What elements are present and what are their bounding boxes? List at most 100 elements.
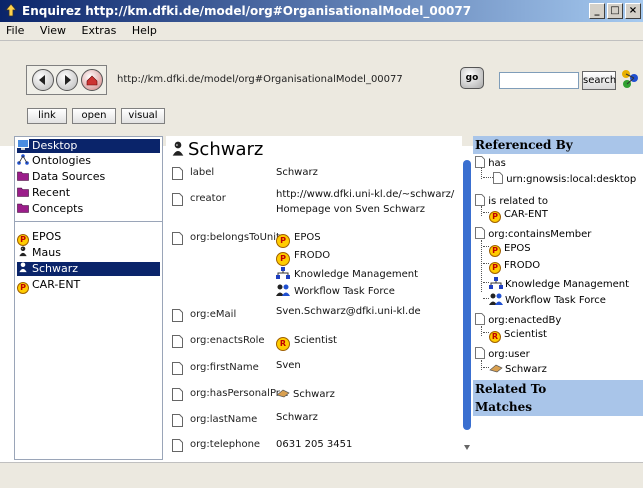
tree-item[interactable]: is related to [475, 194, 548, 207]
sidebar-item-desktop[interactable]: Desktop [17, 139, 160, 153]
tree-item[interactable]: org:containsMember [475, 227, 591, 240]
property-value[interactable]: Schwarz [276, 167, 318, 178]
referenced-by-header[interactable]: Referenced By [473, 136, 643, 154]
document-icon [475, 194, 485, 206]
tree-item[interactable]: has [475, 156, 506, 169]
role-icon: R [276, 337, 290, 351]
document-icon [493, 172, 503, 184]
document-icon [172, 167, 183, 180]
home-button[interactable] [81, 69, 103, 91]
sidebar-item-schwarz[interactable]: Schwarz [17, 262, 160, 276]
sidebar-item-recent[interactable]: Recent [17, 186, 160, 200]
person-icon [19, 262, 27, 273]
project-icon: P [489, 262, 501, 274]
property-value[interactable]: Schwarz [276, 388, 335, 400]
tree-item[interactable]: R Scientist [483, 329, 547, 343]
property-value[interactable]: P FRODO [276, 250, 330, 266]
tree-item[interactable]: org:user [475, 347, 530, 360]
tree-item[interactable]: P FRODO [483, 260, 540, 274]
menu-view[interactable]: View [34, 22, 72, 37]
project-icon: P [276, 252, 290, 266]
property-value[interactable]: P EPOS [276, 232, 321, 248]
desktop-icon [17, 139, 29, 150]
gnowsis-logo-icon [622, 70, 638, 88]
tree-item[interactable]: P EPOS [483, 243, 531, 257]
matches-header[interactable]: Matches [473, 398, 643, 416]
property-value[interactable]: 0631 205 3451 [276, 439, 352, 450]
document-icon [475, 156, 485, 168]
person-icon [172, 141, 184, 156]
sidebar-item-car-ent[interactable]: P CAR-ENT [17, 278, 160, 294]
url-input[interactable]: http://km.dfki.de/model/org#Organisation… [113, 71, 443, 89]
tree-item[interactable]: P CAR-ENT [483, 209, 548, 223]
back-button[interactable] [32, 69, 54, 91]
menu-file[interactable]: File [0, 22, 30, 37]
project-icon: P [489, 245, 501, 257]
home-icon [86, 75, 98, 86]
document-icon [475, 227, 485, 239]
document-icon [172, 309, 183, 322]
open-button[interactable]: open [72, 108, 116, 124]
tree-item[interactable]: Schwarz [483, 363, 547, 375]
tree-item[interactable]: Knowledge Management [483, 277, 629, 290]
profile-icon [276, 389, 290, 398]
back-arrow-icon [39, 75, 45, 85]
title-bar[interactable]: Enquirez http://km.dfki.de/model/org#Org… [0, 0, 643, 22]
app-icon [5, 3, 17, 17]
status-bar [0, 462, 643, 488]
close-button[interactable]: × [625, 3, 641, 19]
document-icon [172, 335, 183, 348]
sidebar-divider [15, 221, 162, 222]
document-icon [172, 388, 183, 401]
sidebar-item-maus[interactable]: Maus [17, 246, 160, 260]
document-icon [475, 313, 485, 325]
search-input[interactable] [499, 72, 579, 89]
scrollbar-thumb[interactable] [463, 160, 471, 430]
project-icon: P [17, 234, 29, 246]
property-value[interactable]: Schwarz [276, 412, 318, 423]
scroll-down-icon[interactable] [463, 442, 471, 452]
project-icon: P [276, 234, 290, 248]
property-value[interactable]: Knowledge Management [276, 267, 418, 280]
profile-icon [489, 364, 503, 373]
person-icon [19, 246, 27, 257]
minimize-button[interactable]: _ [589, 3, 605, 19]
sidebar-item-concepts[interactable]: Concepts [17, 202, 160, 216]
resource-panel: Schwarz label Schwarz creator http://www… [166, 136, 462, 460]
tree-item[interactable]: org:enactedBy [475, 313, 561, 326]
tree-item[interactable]: Workflow Task Force [483, 293, 606, 306]
tree-item[interactable]: urn:gnowsis:local:desktop [483, 172, 636, 185]
property-value: Homepage von Sven Schwarz [276, 204, 426, 215]
search-button[interactable]: search [582, 71, 616, 90]
document-icon [475, 347, 485, 359]
document-icon [172, 193, 183, 206]
sidebar-item-data-sources[interactable]: Data Sources [17, 170, 160, 184]
task-force-icon [489, 293, 503, 305]
forward-button[interactable] [56, 69, 78, 91]
project-icon: P [17, 282, 29, 294]
org-unit-icon [276, 267, 290, 279]
sidebar-item-ontologies[interactable]: Ontologies [17, 154, 160, 168]
property-value[interactable]: http://www.dfki.uni-kl.de/~schwarz/ [276, 189, 454, 200]
ontology-icon [17, 154, 29, 165]
menu-help[interactable]: Help [126, 22, 163, 37]
property-value[interactable]: R Scientist [276, 335, 337, 351]
property-value[interactable]: Workflow Task Force [276, 284, 395, 297]
visual-button[interactable]: visual [121, 108, 165, 124]
toolbar: http://km.dfki.de/model/org#Organisation… [0, 41, 643, 146]
task-force-icon [276, 284, 290, 296]
sidebar: Desktop Ontologies Data Sources Recent C… [14, 136, 163, 460]
property-value[interactable]: Sven.Schwarz@dfki.uni-kl.de [276, 306, 421, 317]
document-icon [172, 414, 183, 427]
document-icon [172, 232, 183, 245]
menu-extras[interactable]: Extras [76, 22, 123, 37]
maximize-button[interactable]: □ [607, 3, 623, 19]
document-icon [172, 439, 183, 452]
sidebar-item-epos[interactable]: P EPOS [17, 230, 160, 246]
go-button[interactable]: go [460, 67, 484, 89]
relations-panel: Referenced By has urn:gnowsis:local:desk… [473, 136, 643, 460]
forward-arrow-icon [65, 75, 71, 85]
org-unit-icon [489, 277, 503, 289]
property-value[interactable]: Sven [276, 360, 301, 371]
link-button[interactable]: link [27, 108, 67, 124]
